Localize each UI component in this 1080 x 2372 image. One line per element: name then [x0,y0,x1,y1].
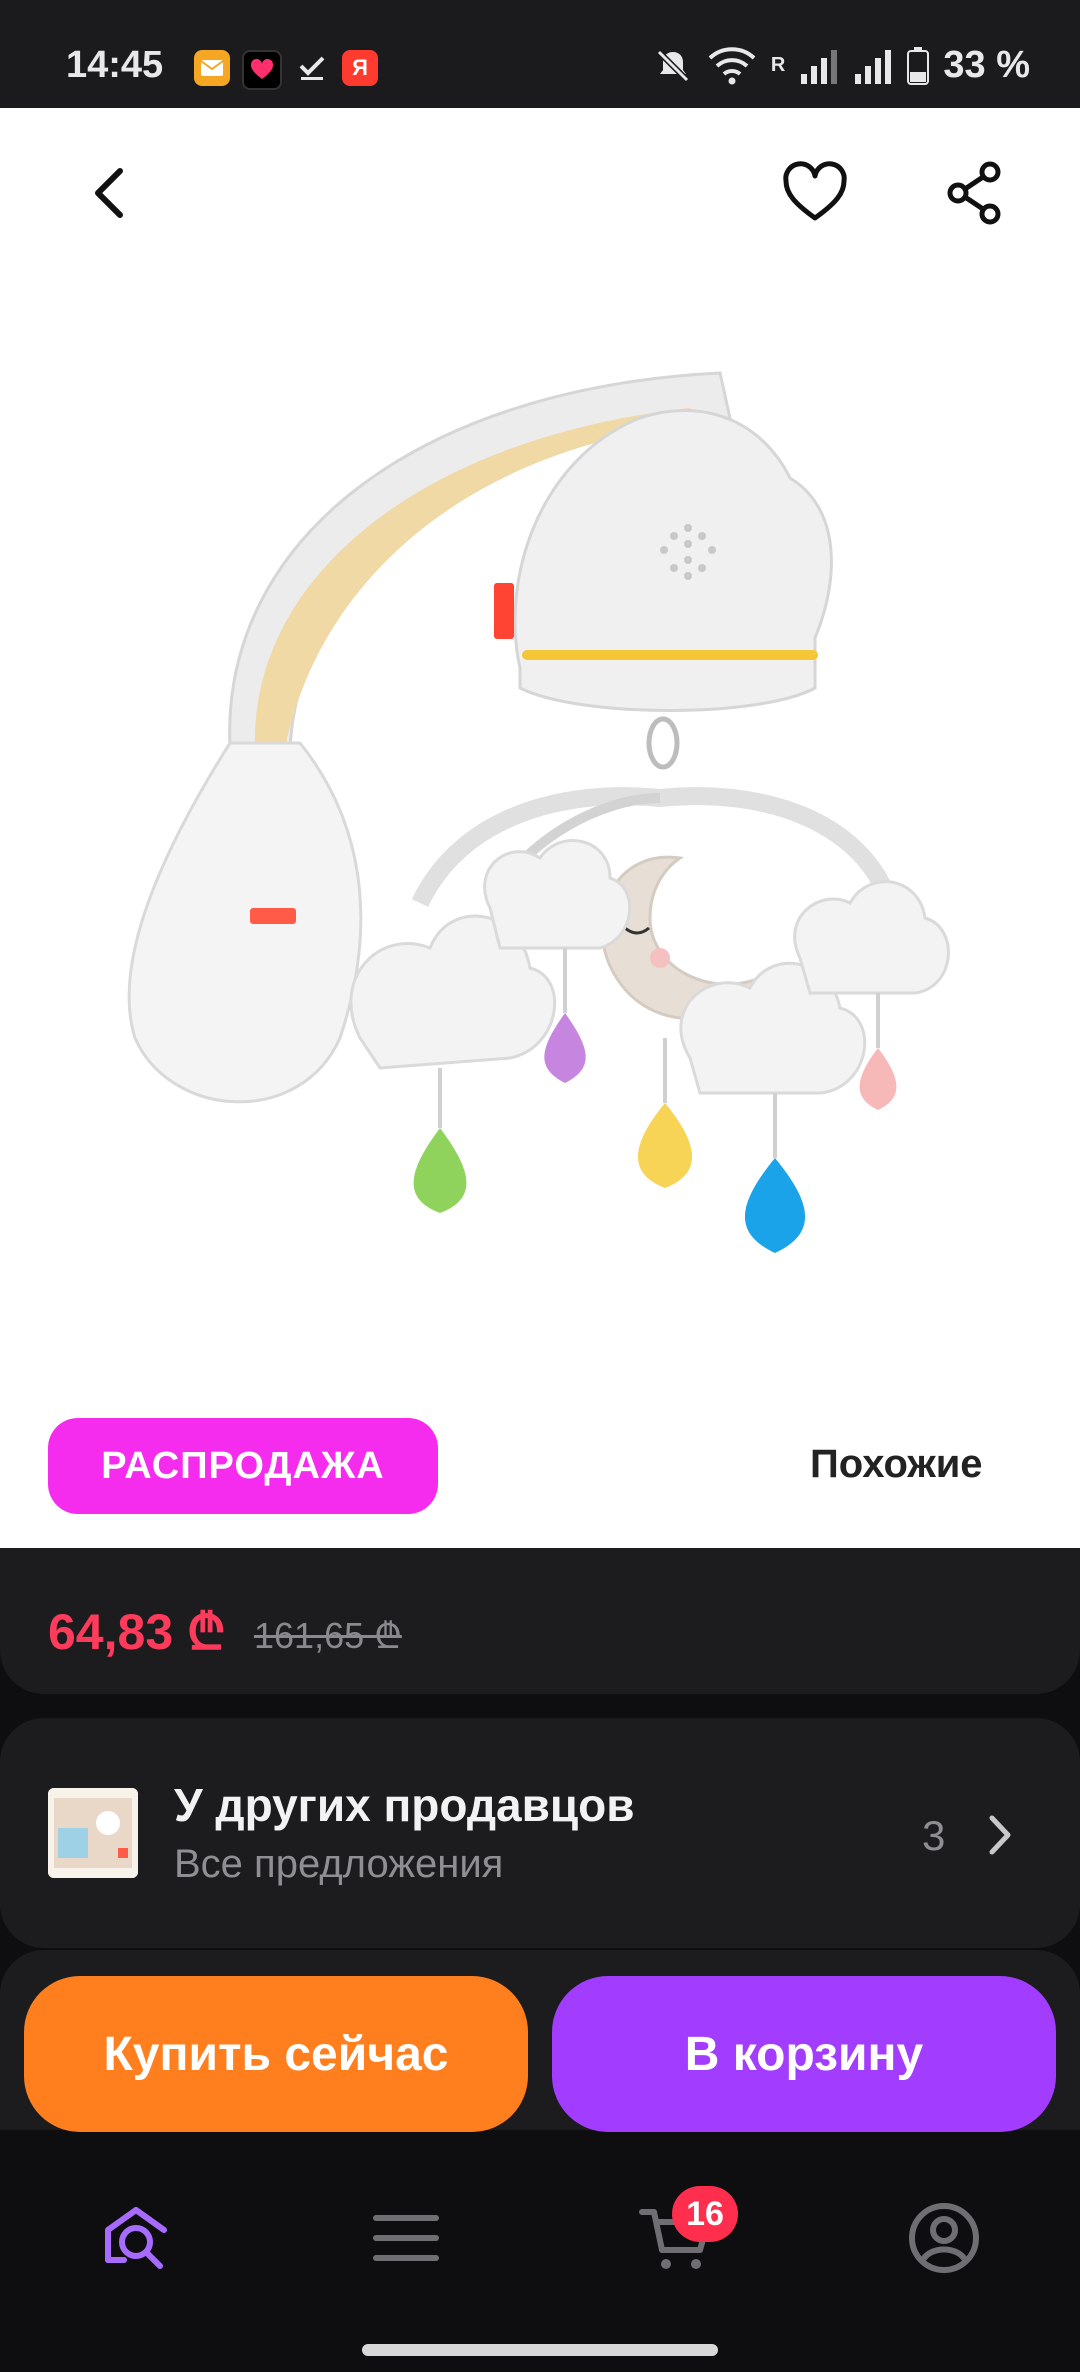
product-image [127,371,950,1253]
buy-now-button[interactable]: Купить сейчас [24,1976,528,2132]
sale-badge[interactable]: РАСПРОДАЖА [48,1418,438,1514]
status-bar: 14:45 Я R 33 % [0,0,1080,108]
price-card: 64,83 ₾ 161,65 ₾ [0,1548,1080,1694]
product-image-area[interactable] [0,278,1080,1548]
mail-app-icon [194,50,230,86]
add-to-cart-button[interactable]: В корзину [552,1976,1056,2132]
signal-icon-2 [855,49,892,84]
roaming-indicator: R [770,54,786,76]
share-icon[interactable] [940,158,1010,228]
profile-icon[interactable] [906,2200,982,2276]
cart-count-badge: 16 [672,2186,738,2242]
price-old: 161,65 ₾ [254,1615,402,1656]
yandex-app-icon: Я [342,50,378,86]
similar-link[interactable]: Похожие [810,1442,983,1487]
home-search-icon[interactable] [98,2200,174,2276]
mute-icon [656,49,690,82]
other-sellers-card[interactable]: У других продавцов Все предложения 3 [0,1718,1080,1948]
home-indicator[interactable] [362,2344,718,2356]
price-current: 64,83 ₾ [48,1604,226,1660]
wifi-icon [708,46,756,84]
heart-icon[interactable] [780,158,850,228]
status-app-icons: Я [194,50,378,90]
heart-app-icon [242,50,282,90]
signal-icon [801,49,838,84]
product-header [0,108,1080,278]
check-app-icon [294,50,330,86]
battery-percent: 33 % [943,44,1030,86]
chevron-right-icon [989,1815,1011,1855]
status-time: 14:45 [66,44,164,86]
status-indicators: R 33 % [653,44,1030,87]
catalog-menu-icon[interactable] [368,2200,444,2276]
sellers-subtitle: Все предложения [174,1842,504,1886]
sellers-count: 3 [922,1812,946,1859]
sellers-title: У других продавцов [174,1779,635,1831]
battery-icon [907,46,930,85]
chevron-left-icon[interactable] [80,163,140,223]
seller-thumbnail [48,1788,138,1878]
